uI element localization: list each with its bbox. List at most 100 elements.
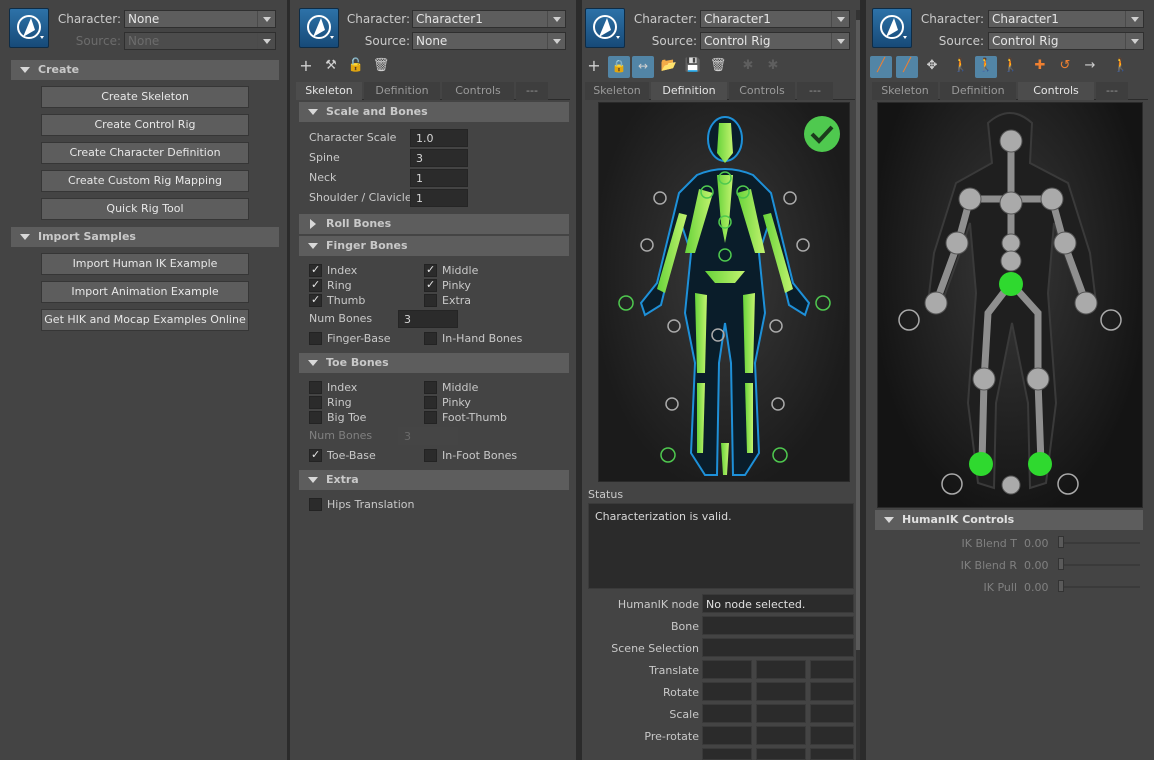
finger-index-checkbox[interactable]	[309, 263, 322, 277]
extra-header[interactable]: Extra	[299, 470, 569, 490]
scale-y-field[interactable]	[756, 704, 806, 723]
finger-base-checkbox[interactable]	[309, 332, 322, 345]
character-dropdown[interactable]: None	[124, 10, 276, 28]
vertical-scrollbar[interactable]	[856, 10, 860, 760]
create-custom-rig-mapping-button[interactable]: Create Custom Rig Mapping	[41, 170, 249, 192]
source-dropdown[interactable]: Control Rig	[988, 32, 1144, 50]
trash-icon[interactable]: 🗑	[707, 56, 729, 78]
character-dropdown[interactable]: Character1	[412, 10, 566, 28]
translate-y-field[interactable]	[756, 660, 806, 679]
character-pose-icon[interactable]: 🚶	[1110, 56, 1132, 78]
create-control-rig-button[interactable]: Create Control Rig	[41, 114, 249, 136]
ik-blend-r-slider[interactable]	[1060, 564, 1140, 566]
source-dropdown[interactable]: None	[412, 32, 566, 50]
humanik-logo-icon[interactable]	[299, 8, 339, 48]
in-hand-bones-checkbox[interactable]	[424, 332, 437, 345]
humanik-node-field[interactable]: No node selected.	[702, 594, 854, 613]
humanik-controls-header[interactable]: HumanIK Controls	[875, 510, 1143, 530]
character-scale-field[interactable]: 1.0	[410, 129, 468, 147]
scale-z-field[interactable]	[810, 704, 854, 723]
pin-translation-icon[interactable]: ✚	[1029, 56, 1051, 78]
spine-field[interactable]: 3	[410, 149, 468, 167]
pre-rotate-x-field[interactable]	[702, 726, 752, 745]
toe-bones-header[interactable]: Toe Bones	[299, 353, 569, 373]
row-field[interactable]	[810, 748, 854, 760]
import-samples-section-header[interactable]: Import Samples	[11, 227, 279, 247]
pin-rotation-icon[interactable]: ↺	[1054, 56, 1076, 78]
slider-handle[interactable]	[1058, 536, 1064, 548]
finger-num-bones-field[interactable]: 3	[398, 310, 458, 328]
source-dropdown[interactable]: Control Rig	[700, 32, 850, 50]
create-skeleton-button[interactable]: Create Skeleton	[41, 86, 249, 108]
skeleton-joints-icon[interactable]: ⚒	[320, 56, 342, 78]
add-icon[interactable]: +	[583, 56, 605, 78]
humanik-logo-icon[interactable]	[872, 8, 912, 48]
tab-skeleton[interactable]: Skeleton	[296, 82, 362, 100]
stance-pose-icon[interactable]: 🚶	[950, 56, 972, 78]
pre-rotate-z-field[interactable]	[810, 726, 854, 745]
quick-rig-tool-button[interactable]: Quick Rig Tool	[41, 198, 249, 220]
tab-definition[interactable]: Definition	[940, 82, 1016, 100]
unlock-icon[interactable]: 🔓	[345, 56, 367, 78]
create-character-definition-button[interactable]: Create Character Definition	[41, 142, 249, 164]
tab-skeleton[interactable]: Skeleton	[585, 82, 649, 100]
ik-pull-slider[interactable]	[1060, 586, 1140, 588]
finger-ring-checkbox[interactable]	[309, 278, 322, 292]
finger-thumb-checkbox[interactable]	[309, 293, 322, 307]
finger-extra-checkbox[interactable]	[424, 294, 437, 307]
translate-z-field[interactable]	[810, 660, 854, 679]
release-pin-icon[interactable]: →	[1079, 56, 1101, 78]
scale-x-field[interactable]	[702, 704, 752, 723]
tab-controls[interactable]: Controls	[442, 82, 514, 100]
rotate-y-field[interactable]	[756, 682, 806, 701]
select-all-icon[interactable]: 🚶	[1000, 56, 1022, 78]
slider-handle[interactable]	[1058, 580, 1064, 592]
full-body-ik-icon[interactable]: ╱	[870, 56, 892, 78]
humanik-logo-icon[interactable]	[9, 8, 49, 48]
get-hik-mocap-examples-button[interactable]: Get HIK and Mocap Examples Online	[41, 309, 249, 331]
bone-field[interactable]	[702, 616, 854, 635]
tab-controls[interactable]: Controls	[1018, 82, 1094, 100]
tab-more[interactable]: ---	[1096, 82, 1128, 100]
character-dropdown[interactable]: Character1	[988, 10, 1144, 28]
toe-index-checkbox[interactable]	[309, 381, 322, 394]
rotate-z-field[interactable]	[810, 682, 854, 701]
tab-skeleton[interactable]: Skeleton	[872, 82, 938, 100]
row-field[interactable]	[756, 748, 806, 760]
toe-ring-checkbox[interactable]	[309, 396, 322, 409]
slider-handle[interactable]	[1058, 558, 1064, 570]
foot-thumb-checkbox[interactable]	[424, 411, 437, 424]
add-icon[interactable]: +	[295, 56, 317, 78]
roll-bones-header[interactable]: Roll Bones	[299, 214, 569, 234]
mirror-pose-icon[interactable]: 🚶	[975, 56, 997, 78]
create-section-header[interactable]: Create	[11, 60, 279, 80]
import-animation-example-button[interactable]: Import Animation Example	[41, 281, 249, 303]
scale-and-bones-header[interactable]: Scale and Bones	[299, 102, 569, 122]
pinning-icon[interactable]: ✥	[921, 56, 943, 78]
open-folder-icon[interactable]: 📂	[658, 56, 680, 78]
tab-controls[interactable]: Controls	[729, 82, 795, 100]
tab-definition[interactable]: Definition	[364, 82, 440, 100]
import-human-ik-example-button[interactable]: Import Human IK Example	[41, 253, 249, 275]
neck-field[interactable]: 1	[410, 169, 468, 187]
toe-base-checkbox[interactable]	[309, 448, 322, 462]
toe-middle-checkbox[interactable]	[424, 381, 437, 394]
row-field[interactable]	[702, 748, 752, 760]
trash-icon[interactable]: 🗑	[370, 56, 392, 78]
humanik-logo-icon[interactable]	[585, 8, 625, 48]
control-rig-view[interactable]	[877, 102, 1143, 508]
ik-blend-t-slider[interactable]	[1060, 542, 1140, 544]
toe-pinky-checkbox[interactable]	[424, 396, 437, 409]
shoulder-clavicle-field[interactable]: 1	[410, 189, 468, 207]
finger-bones-header[interactable]: Finger Bones	[299, 236, 569, 256]
in-foot-bones-checkbox[interactable]	[424, 449, 437, 462]
rotate-x-field[interactable]	[702, 682, 752, 701]
tab-more[interactable]: ---	[797, 82, 833, 100]
tab-more[interactable]: ---	[516, 82, 548, 100]
body-part-ik-icon[interactable]: ╱	[896, 56, 918, 78]
finger-pinky-checkbox[interactable]	[424, 278, 437, 292]
character-definition-view[interactable]	[598, 102, 850, 482]
big-toe-checkbox[interactable]	[309, 411, 322, 424]
finger-middle-checkbox[interactable]	[424, 263, 437, 277]
scrollbar-thumb[interactable]	[856, 20, 860, 650]
